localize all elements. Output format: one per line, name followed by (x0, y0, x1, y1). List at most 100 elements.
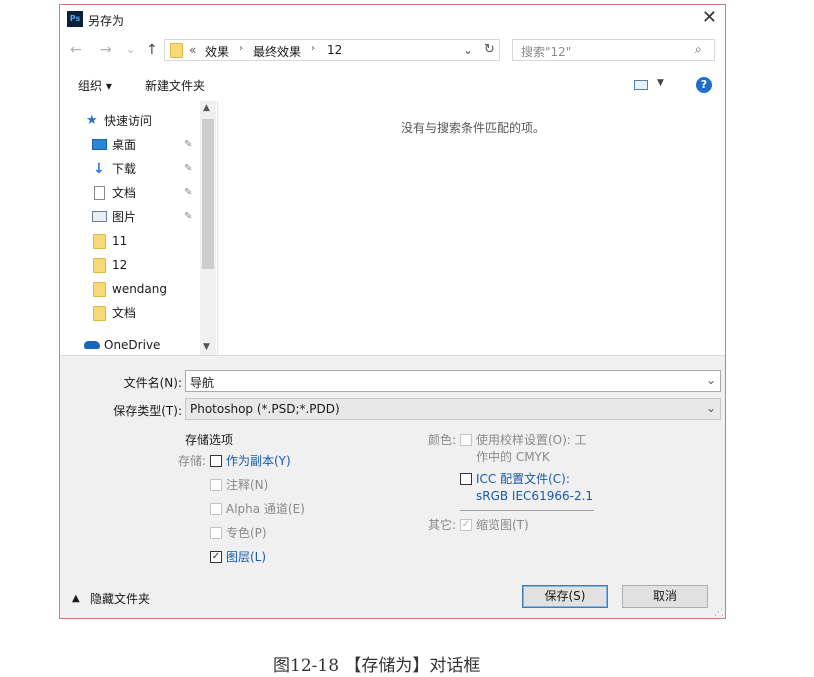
thumbnail-checkbox[interactable]: ✓ (460, 519, 472, 531)
address-dropdown-chevron-icon[interactable]: ⌄ (463, 43, 473, 57)
up-arrow-icon[interactable]: ↑ (146, 42, 158, 58)
notes-checkbox[interactable] (210, 479, 222, 491)
chevron-up-icon[interactable]: ▲ (72, 593, 80, 604)
pin-icon[interactable]: ✎ (184, 183, 192, 203)
file-type-select[interactable]: Photoshop (*.PSD;*.PDD) ⌄ (185, 398, 721, 420)
resize-grip-icon[interactable]: ⋰⋰ (714, 608, 725, 618)
help-icon[interactable]: ? (696, 77, 712, 93)
sidebar-item-label: 文档 (112, 186, 137, 200)
breadcrumb-overflow[interactable]: « (189, 43, 196, 57)
as-copy-checkbox[interactable] (210, 455, 222, 467)
use-proof-setup-checkbox[interactable] (460, 434, 472, 446)
sidebar-item-pictures[interactable]: 图片 ✎ (60, 207, 200, 227)
filename-value: 导航 (190, 376, 215, 390)
filename-label: 文件名(N): (123, 376, 182, 390)
toolbar: 组织 ▾ 新建文件夹 ▼ ? (60, 69, 725, 102)
sidebar-item-label: 图片 (112, 210, 137, 224)
layers-label[interactable]: 图层(L) (226, 550, 266, 564)
back-arrow-icon[interactable]: ← (70, 42, 82, 58)
title-bar: Ps 另存为 ✕ (60, 5, 725, 33)
close-icon[interactable]: ✕ (702, 8, 717, 28)
file-type-value: Photoshop (*.PSD;*.PDD) (190, 402, 340, 416)
download-arrow-icon: ↓ (93, 161, 105, 177)
chevron-down-icon[interactable]: ⌄ (706, 373, 716, 387)
search-box[interactable]: 搜索"12" ⌕ (512, 39, 715, 61)
empty-message: 没有与搜索条件匹配的项。 (401, 121, 546, 135)
sidebar-item-quick-access[interactable]: ★ 快速访问 (60, 111, 200, 131)
sidebar-item-documents[interactable]: 文档 ✎ (60, 183, 200, 203)
sidebar-item-folder-12[interactable]: 12 (60, 255, 200, 275)
scroll-up-icon[interactable]: ▲ (203, 103, 210, 113)
breadcrumb-item-final-effects[interactable]: 最终效果 (253, 43, 301, 60)
file-list-area[interactable]: 没有与搜索条件匹配的项。 (217, 101, 725, 355)
layers-checkbox[interactable]: ✓ (210, 551, 222, 563)
scroll-down-icon[interactable]: ▼ (203, 342, 210, 352)
browser-panes: ★ 快速访问 桌面 ✎ ↓ 下载 ✎ 文档 ✎ 图片 ✎ 11 12 wenda… (60, 101, 725, 355)
forward-arrow-icon[interactable]: → (100, 42, 112, 58)
folder-icon (93, 282, 106, 297)
breadcrumb-item-12[interactable]: 12 (327, 43, 342, 57)
options-divider (460, 510, 594, 511)
navigation-bar: ← → ⌄ ↑ « 效果 › 最终效果 › 12 ⌄ ↻ 搜索"12" ⌕ (60, 33, 725, 69)
cloud-icon (84, 341, 100, 349)
icc-profile-checkbox[interactable] (460, 473, 472, 485)
thumbnail-label: 缩览图(T) (476, 518, 529, 532)
view-options-icon[interactable] (634, 80, 648, 90)
address-bar[interactable]: « 效果 › 最终效果 › 12 ⌄ (164, 39, 498, 61)
folder-icon (93, 306, 106, 321)
cancel-button[interactable]: 取消 (622, 585, 708, 608)
icc-profile-value: sRGB IEC61966-2.1 (476, 489, 594, 503)
pin-icon[interactable]: ✎ (184, 159, 192, 179)
scrollbar-thumb[interactable] (202, 119, 214, 269)
other-label: 其它: (428, 518, 457, 532)
file-type-label: 保存类型(T): (113, 404, 182, 418)
alpha-channels-checkbox[interactable] (210, 503, 222, 515)
search-placeholder: 搜索"12" (521, 45, 572, 59)
chevron-down-icon[interactable]: ⌄ (706, 401, 716, 415)
color-label: 颜色: (428, 433, 457, 447)
spot-colors-checkbox[interactable] (210, 527, 222, 539)
navigation-scrollbar[interactable]: ▲ ▼ (200, 101, 216, 355)
save-options-title: 存储选项 (185, 433, 234, 447)
folder-icon (170, 43, 183, 58)
hide-folders-button[interactable]: 隐藏文件夹 (90, 592, 150, 606)
sidebar-item-desktop[interactable]: 桌面 ✎ (60, 135, 200, 155)
new-folder-button[interactable]: 新建文件夹 (145, 77, 205, 94)
pin-icon[interactable]: ✎ (184, 135, 192, 155)
alpha-channels-label: Alpha 通道(E) (226, 502, 305, 516)
navigation-pane: ★ 快速访问 桌面 ✎ ↓ 下载 ✎ 文档 ✎ 图片 ✎ 11 12 wenda… (60, 101, 216, 355)
as-copy-label[interactable]: 作为副本(Y) (226, 454, 291, 468)
sidebar-item-folder-wendang[interactable]: wendang (60, 279, 200, 299)
pin-icon[interactable]: ✎ (184, 207, 192, 227)
sidebar-item-label: 下载 (112, 162, 137, 176)
sidebar-item-label: 11 (112, 234, 128, 248)
use-proof-setup-label-cont: 作中的 CMYK (476, 450, 550, 464)
search-icon[interactable]: ⌕ (695, 42, 702, 57)
sidebar-item-label: wendang (112, 282, 167, 296)
sidebar-item-label: 快速访问 (104, 114, 153, 128)
sidebar-item-label: 12 (112, 258, 128, 272)
organize-menu-button[interactable]: 组织 ▾ (78, 77, 112, 94)
notes-label: 注释(N) (226, 478, 269, 492)
save-options-area: 文件名(N): 导航 ⌄ 保存类型(T): Photoshop (*.PSD;*… (60, 355, 725, 618)
breadcrumb-item-effects[interactable]: 效果 (205, 43, 229, 60)
breadcrumb-separator-icon: › (311, 43, 315, 54)
sidebar-item-downloads[interactable]: ↓ 下载 ✎ (60, 159, 200, 179)
sidebar-item-folder-documents[interactable]: 文档 (60, 303, 200, 323)
folder-icon (93, 234, 106, 249)
desktop-icon (92, 139, 107, 150)
sidebar-item-label: OneDrive (104, 338, 161, 352)
save-label: 存储: (178, 454, 207, 468)
sidebar-item-onedrive[interactable]: OneDrive (60, 335, 200, 355)
view-dropdown-chevron-icon[interactable]: ▼ (657, 78, 664, 88)
filename-input[interactable]: 导航 ⌄ (185, 370, 721, 392)
sidebar-item-folder-11[interactable]: 11 (60, 231, 200, 251)
icc-profile-label[interactable]: ICC 配置文件(C): (476, 472, 570, 486)
pictures-icon (92, 211, 107, 222)
save-as-dialog: Ps 另存为 ✕ ← → ⌄ ↑ « 效果 › 最终效果 › 12 ⌄ ↻ 搜索… (59, 4, 726, 619)
recent-locations-icon[interactable]: ⌄ (126, 42, 135, 58)
save-button[interactable]: 保存(S) (522, 585, 608, 608)
use-proof-setup-label: 使用校样设置(O): 工 (476, 433, 587, 447)
refresh-icon[interactable]: ↻ (480, 39, 500, 61)
spot-colors-label: 专色(P) (226, 526, 267, 540)
